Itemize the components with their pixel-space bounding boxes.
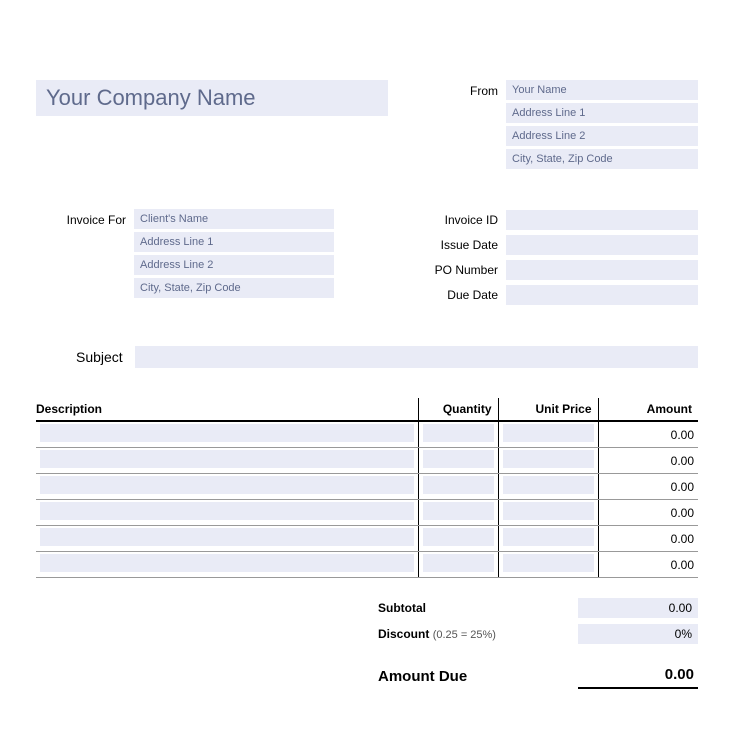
discount-hint: (0.25 = 25%): [433, 629, 496, 641]
line-items-table: Description Quantity Unit Price Amount 0…: [36, 398, 698, 578]
from-label: From: [418, 80, 498, 169]
due-date-input[interactable]: [506, 285, 698, 305]
client-city-input[interactable]: City, State, Zip Code: [134, 278, 334, 298]
description-input[interactable]: [40, 502, 414, 520]
table-row: 0.00: [36, 500, 698, 526]
description-input[interactable]: [40, 476, 414, 494]
description-input[interactable]: [40, 450, 414, 468]
invoice-id-label: Invoice ID: [418, 209, 498, 231]
table-row: 0.00: [36, 552, 698, 578]
quantity-input[interactable]: [423, 450, 494, 468]
from-block: From Your Name Address Line 1 Address Li…: [418, 80, 698, 169]
quantity-input[interactable]: [423, 424, 494, 442]
quantity-input[interactable]: [423, 528, 494, 546]
table-row: 0.00: [36, 421, 698, 448]
col-description: Description: [36, 398, 418, 421]
unit-price-input[interactable]: [503, 502, 594, 520]
subtotal-label: Subtotal: [378, 601, 426, 615]
invoice-for-label: Invoice For: [46, 209, 126, 306]
amount-cell: 0.00: [598, 552, 698, 578]
quantity-input[interactable]: [423, 476, 494, 494]
table-row: 0.00: [36, 526, 698, 552]
invoice-id-input[interactable]: [506, 210, 698, 230]
client-name-input[interactable]: Client's Name: [134, 209, 334, 229]
po-number-input[interactable]: [506, 260, 698, 280]
amount-cell: 0.00: [598, 500, 698, 526]
unit-price-input[interactable]: [503, 450, 594, 468]
description-input[interactable]: [40, 528, 414, 546]
subject-label: Subject: [76, 349, 123, 365]
unit-price-input[interactable]: [503, 528, 594, 546]
from-city-input[interactable]: City, State, Zip Code: [506, 149, 698, 169]
due-date-label: Due Date: [418, 284, 498, 306]
issue-date-label: Issue Date: [418, 234, 498, 256]
amount-cell: 0.00: [598, 526, 698, 552]
po-number-label: PO Number: [418, 259, 498, 281]
from-addr2-input[interactable]: Address Line 2: [506, 126, 698, 146]
client-addr1-input[interactable]: Address Line 1: [134, 232, 334, 252]
description-input[interactable]: [40, 554, 414, 572]
amount-due-label: Amount Due: [378, 668, 568, 685]
quantity-input[interactable]: [423, 554, 494, 572]
subject-input[interactable]: [135, 346, 698, 368]
from-addr1-input[interactable]: Address Line 1: [506, 103, 698, 123]
unit-price-input[interactable]: [503, 554, 594, 572]
from-name-input[interactable]: Your Name: [506, 80, 698, 100]
unit-price-input[interactable]: [503, 476, 594, 494]
amount-cell: 0.00: [598, 474, 698, 500]
col-unit-price: Unit Price: [498, 398, 598, 421]
amount-due-value: 0.00: [578, 664, 698, 689]
discount-label: Discount: [378, 627, 429, 641]
discount-value-input[interactable]: 0%: [578, 624, 698, 644]
subtotal-value: 0.00: [578, 598, 698, 618]
quantity-input[interactable]: [423, 502, 494, 520]
table-row: 0.00: [36, 448, 698, 474]
invoice-meta-block: Invoice ID Issue Date PO Number Due Date: [418, 209, 698, 306]
invoice-for-block: Invoice For Client's Name Address Line 1…: [36, 209, 388, 306]
description-input[interactable]: [40, 424, 414, 442]
amount-cell: 0.00: [598, 421, 698, 448]
col-amount: Amount: [598, 398, 698, 421]
company-name-input[interactable]: Your Company Name: [36, 80, 388, 116]
col-quantity: Quantity: [418, 398, 498, 421]
amount-cell: 0.00: [598, 448, 698, 474]
issue-date-input[interactable]: [506, 235, 698, 255]
client-addr2-input[interactable]: Address Line 2: [134, 255, 334, 275]
unit-price-input[interactable]: [503, 424, 594, 442]
table-row: 0.00: [36, 474, 698, 500]
